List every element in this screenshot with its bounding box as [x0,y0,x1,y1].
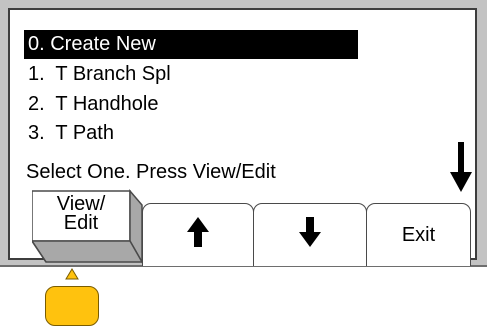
device-bezel: 0. Create New 1. T Branch Spl 2. T Handh… [0,0,487,267]
exit-label: Exit [401,223,436,246]
up-button[interactable] [142,203,254,266]
down-button[interactable] [253,203,367,266]
menu-item-t-branch-spl[interactable]: 1. T Branch Spl [24,60,358,89]
up-arrow-icon [187,217,209,253]
exit-button[interactable]: Exit [366,203,471,266]
scroll-down-arrow-icon [450,142,472,197]
menu-item-t-handhole[interactable]: 2. T Handhole [24,90,358,119]
menu-item-t-path[interactable]: 3. T Path [24,119,358,148]
triangle-up-icon [65,267,79,285]
prompt-text: Select One. Press View/Edit [26,161,276,183]
view-edit-button[interactable]: View/ Edit [32,187,152,271]
menu-item-create-new[interactable]: 0. Create New [24,30,358,59]
down-arrow-icon [299,217,321,253]
lcd-screen: 0. Create New 1. T Branch Spl 2. T Handh… [8,8,477,266]
hardware-select-button[interactable] [45,286,99,326]
view-edit-label: View/ Edit [56,193,106,234]
